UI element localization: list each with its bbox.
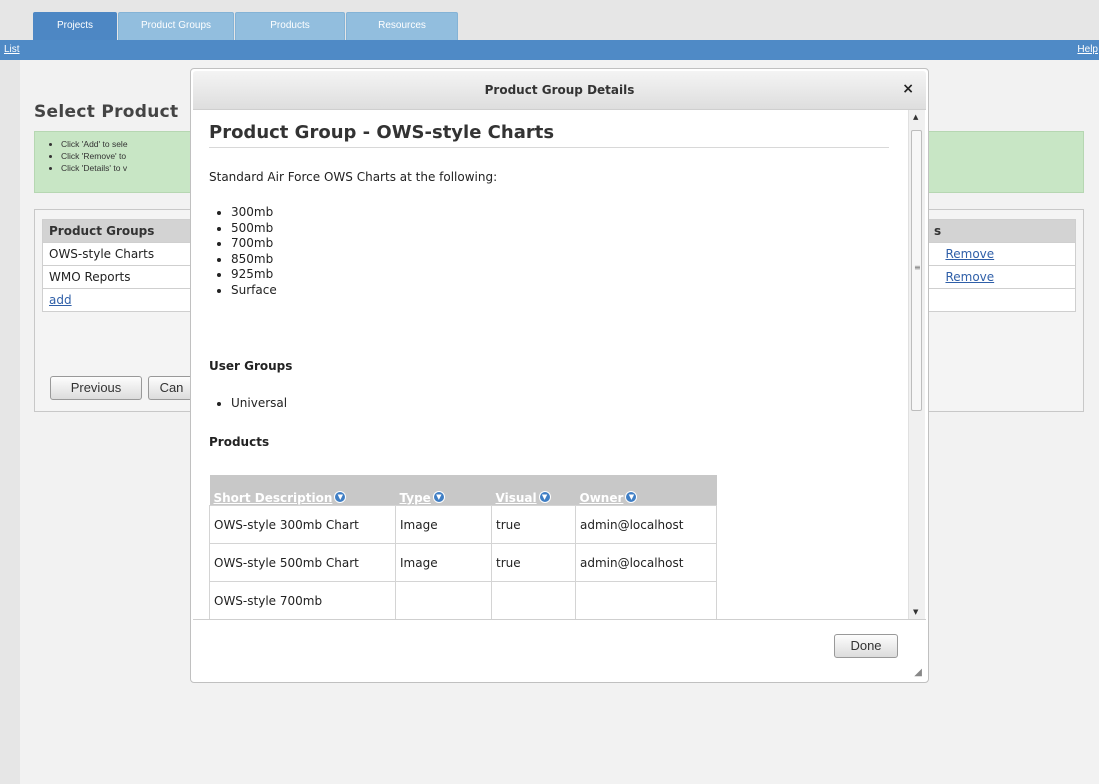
- table-cell: Remove: [927, 265, 1076, 289]
- product-description: OWS-style 700mb: [209, 581, 396, 619]
- add-link[interactable]: add: [49, 293, 72, 307]
- product-type: Image: [395, 543, 492, 582]
- table-cell: [927, 288, 1076, 312]
- remove-link[interactable]: Remove: [945, 247, 994, 261]
- resize-handle-icon[interactable]: ◢: [914, 667, 922, 678]
- dialog-body: Product Group - OWS-style Charts Standar…: [193, 110, 908, 619]
- sort-icon[interactable]: ▼: [334, 491, 347, 503]
- close-icon[interactable]: ×: [902, 81, 914, 97]
- list-item: Universal: [231, 396, 287, 410]
- product-group-details-dialog: Product Group Details × Product Group - …: [190, 68, 929, 683]
- list-item: 925mb: [231, 267, 277, 283]
- column-header-short-description[interactable]: Short Description ▼: [209, 475, 396, 506]
- product-owner: admin@localhost: [575, 543, 717, 582]
- column-label: Short Description: [213, 491, 333, 505]
- product-group-heading: Product Group - OWS-style Charts: [209, 122, 555, 143]
- product-type: Image: [395, 505, 492, 544]
- user-groups-list: Universal: [209, 396, 287, 410]
- column-header-visual[interactable]: Visual ▼: [491, 475, 576, 506]
- dialog-footer: Done ◢: [193, 619, 926, 681]
- divider: [209, 147, 889, 148]
- column-label: Visual: [495, 491, 537, 505]
- tab-resources[interactable]: Resources: [346, 12, 458, 40]
- group-name: WMO Reports: [42, 265, 196, 289]
- product-owner: [575, 581, 717, 619]
- table-row[interactable]: OWS-style 700mb: [209, 581, 717, 619]
- table-cell: add: [42, 288, 196, 312]
- sort-icon[interactable]: ▼: [538, 491, 551, 503]
- product-owner: admin@localhost: [575, 505, 717, 544]
- user-groups-heading: User Groups: [209, 359, 293, 373]
- list-item: 700mb: [231, 236, 277, 252]
- scroll-down-icon[interactable]: ▼: [913, 608, 918, 616]
- sort-icon[interactable]: ▼: [625, 491, 638, 503]
- list-item: 500mb: [231, 221, 277, 237]
- tab-projects[interactable]: Projects: [33, 12, 117, 40]
- page-title: Select Product: [34, 102, 179, 122]
- sort-icon[interactable]: ▼: [432, 491, 445, 503]
- dialog-title: Product Group Details: [484, 83, 635, 97]
- dialog-scrollbar[interactable]: ▲ ≡ ▼: [908, 110, 925, 619]
- list-item: 300mb: [231, 205, 277, 221]
- tab-product-groups[interactable]: Product Groups: [118, 12, 234, 40]
- scrollbar-thumb[interactable]: ≡: [911, 130, 922, 411]
- table-row[interactable]: OWS-style 500mb Chart Image true admin@l…: [209, 543, 717, 582]
- previous-button[interactable]: Previous: [50, 376, 142, 400]
- dialog-header[interactable]: Product Group Details ×: [193, 71, 926, 110]
- product-visual: true: [491, 505, 576, 544]
- product-description: OWS-style 300mb Chart: [209, 505, 396, 544]
- column-header-product-groups: Product Groups: [42, 219, 196, 243]
- products-table: Short Description ▼ Type ▼ Visual ▼ Owner ▼ …: [209, 475, 717, 619]
- product-description: OWS-style 500mb Chart: [209, 543, 396, 582]
- tab-bar: Projects Product Groups Products Resourc…: [0, 0, 1099, 40]
- product-visual: [491, 581, 576, 619]
- grip-icon: ≡: [914, 263, 921, 272]
- table-header-row: Short Description ▼ Type ▼ Visual ▼ Owner ▼: [209, 475, 717, 506]
- list-item: Surface: [231, 283, 277, 299]
- group-description: Standard Air Force OWS Charts at the fol…: [209, 170, 498, 184]
- table-cell: Remove: [927, 242, 1076, 266]
- sub-nav-bar: List Help: [0, 40, 1099, 60]
- group-name: OWS-style Charts: [42, 242, 196, 266]
- done-button[interactable]: Done: [834, 634, 898, 658]
- product-type: [395, 581, 492, 619]
- column-label: Owner: [579, 491, 624, 505]
- column-header-type[interactable]: Type ▼: [395, 475, 492, 506]
- column-header-actions: s: [927, 219, 1076, 243]
- remove-link[interactable]: Remove: [945, 270, 994, 284]
- cancel-button[interactable]: Can: [148, 376, 194, 400]
- column-header-owner[interactable]: Owner ▼: [575, 475, 717, 506]
- product-visual: true: [491, 543, 576, 582]
- levels-list: 300mb 500mb 700mb 850mb 925mb Surface: [209, 205, 277, 298]
- tab-products[interactable]: Products: [235, 12, 345, 40]
- list-link[interactable]: List: [4, 44, 20, 55]
- help-link[interactable]: Help: [1077, 44, 1098, 55]
- products-heading: Products: [209, 435, 270, 449]
- list-item: 850mb: [231, 252, 277, 268]
- table-row[interactable]: OWS-style 300mb Chart Image true admin@l…: [209, 505, 717, 544]
- scroll-up-icon[interactable]: ▲: [913, 113, 918, 121]
- column-label: Type: [399, 491, 431, 505]
